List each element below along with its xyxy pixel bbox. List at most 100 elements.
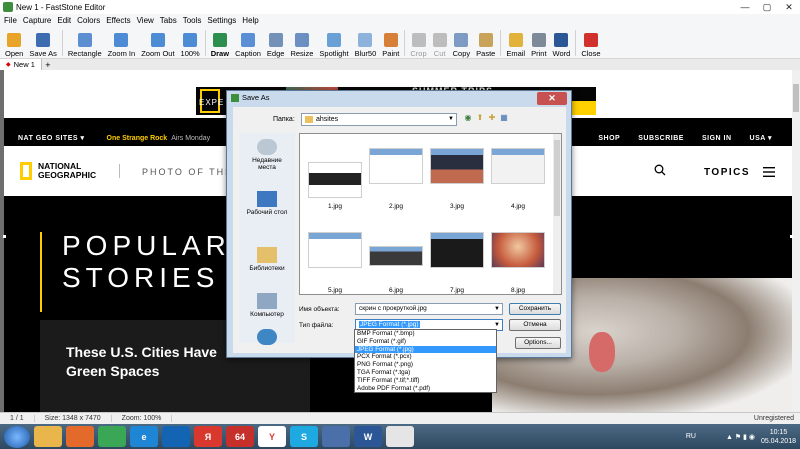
menu-tools[interactable]: Tools: [183, 16, 202, 25]
format-option[interactable]: PNG Format (*.png): [355, 361, 496, 369]
close-window-button[interactable]: ✕: [778, 0, 800, 14]
dialog-close-button[interactable]: ✕: [537, 92, 567, 105]
canvas-vertical-scrollbar[interactable]: [792, 70, 800, 412]
thumb-3[interactable]: [430, 148, 484, 184]
options-button[interactable]: Options...: [515, 337, 561, 349]
resize-handle-left[interactable]: [3, 235, 6, 238]
up-folder-icon[interactable]: ⬆: [475, 113, 485, 124]
file-name-6[interactable]: 6.jpg: [369, 287, 423, 294]
place-libraries[interactable]: Библиотеки: [239, 247, 295, 272]
toolbar-email-button[interactable]: Email: [503, 28, 528, 58]
toolbar-crop-button[interactable]: Crop: [407, 28, 429, 58]
file-name-2[interactable]: 2.jpg: [369, 203, 423, 210]
file-list-scrollbar-thumb[interactable]: [554, 140, 560, 216]
toolbar-draw-button[interactable]: Draw: [208, 28, 232, 58]
menu-tabs[interactable]: Tabs: [160, 16, 177, 25]
minimize-button[interactable]: —: [734, 0, 756, 14]
toolbar-copy-button[interactable]: Copy: [450, 28, 474, 58]
new-tab-button[interactable]: +: [42, 60, 54, 70]
thumb-4[interactable]: [491, 148, 545, 184]
tray-icons[interactable]: ▲ ⚑ ▮ ◉: [726, 433, 755, 441]
toolbar-word-button[interactable]: Word: [550, 28, 574, 58]
ie-icon[interactable]: e: [130, 426, 158, 447]
toolbar-resize-button[interactable]: Resize: [287, 28, 316, 58]
start-button[interactable]: [4, 425, 30, 448]
word-icon[interactable]: W: [354, 426, 382, 447]
thumb-6[interactable]: [369, 246, 423, 266]
file-name-7[interactable]: 7.jpg: [430, 287, 484, 294]
toolbar-100-button[interactable]: 100%: [178, 28, 203, 58]
place-network[interactable]: [239, 329, 295, 347]
filename-input[interactable]: скрин с прокруткой.jpg ▼: [355, 303, 503, 315]
mail-icon[interactable]: [322, 426, 350, 447]
skype-icon[interactable]: S: [290, 426, 318, 447]
view-menu-icon[interactable]: ▦: [499, 113, 509, 124]
media-player-icon[interactable]: [66, 426, 94, 447]
toolbar-spotlight-button[interactable]: Spotlight: [316, 28, 351, 58]
toolbar-close-button[interactable]: Close: [578, 28, 603, 58]
yandex-browser-icon[interactable]: Y: [258, 426, 286, 447]
faststone-icon[interactable]: [386, 426, 414, 447]
toolbar-zoom-in-button[interactable]: Zoom In: [105, 28, 139, 58]
format-option[interactable]: BMP Format (*.bmp): [355, 330, 496, 338]
toolbar-cut-button[interactable]: Cut: [430, 28, 450, 58]
toolbar-print-button[interactable]: Print: [528, 28, 549, 58]
format-option[interactable]: TIFF Format (*.tif;*.tiff): [355, 377, 496, 385]
save-button[interactable]: Сохранить: [509, 303, 561, 315]
recent-places-icon: [257, 139, 277, 155]
menu-settings[interactable]: Settings: [207, 16, 236, 25]
menu-colors[interactable]: Colors: [77, 16, 100, 25]
cancel-button[interactable]: Отмена: [509, 319, 561, 331]
clock[interactable]: 10:15 05.04.2018: [761, 428, 796, 446]
thumb-7[interactable]: [430, 232, 484, 268]
maximize-button[interactable]: ▢: [756, 0, 778, 14]
thumb-1[interactable]: [308, 162, 362, 198]
status-size: Size: 1348 x 7470: [35, 415, 112, 422]
place-recent[interactable]: Недавние места: [239, 139, 295, 171]
file-name-5[interactable]: 5.jpg: [308, 287, 362, 294]
file-list[interactable]: 1.jpg 2.jpg 3.jpg 4.jpg 5.jpg 6.jpg 7.jp…: [299, 133, 562, 295]
scrollbar-thumb[interactable]: [793, 84, 799, 112]
place-computer[interactable]: Компьютер: [239, 293, 295, 318]
file-name-4[interactable]: 4.jpg: [491, 203, 545, 210]
language-indicator[interactable]: RU: [686, 433, 696, 440]
toolbar-blur50-button[interactable]: Blur50: [352, 28, 380, 58]
toolbar-paint-button[interactable]: Paint: [379, 28, 402, 58]
toolbar-caption-button[interactable]: Caption: [232, 28, 264, 58]
format-option[interactable]: GIF Format (*.gif): [355, 338, 496, 346]
format-option[interactable]: Adobe PDF Format (*.pdf): [355, 385, 496, 393]
explorer-icon[interactable]: [34, 426, 62, 447]
yandex-icon[interactable]: Я: [194, 426, 222, 447]
toolbar-open-button[interactable]: Open: [2, 28, 26, 58]
new-folder-icon[interactable]: ✚: [487, 113, 497, 124]
menu-file[interactable]: File: [4, 16, 17, 25]
file-name-8[interactable]: 8.jpg: [491, 287, 545, 294]
tab-new-1[interactable]: ◆ New 1: [0, 59, 42, 70]
toolbar-zoom-out-button[interactable]: Zoom Out: [138, 28, 177, 58]
outlook-icon[interactable]: [162, 426, 190, 447]
file-list-scrollbar[interactable]: [553, 134, 561, 294]
format-option[interactable]: PCX Format (*.pcx): [355, 353, 496, 361]
toolbar-rectangle-button[interactable]: Rectangle: [65, 28, 105, 58]
folder-dropdown[interactable]: ahsites ▼: [301, 113, 457, 126]
thumb-8[interactable]: [491, 232, 545, 268]
resize-handle-right[interactable]: [790, 235, 793, 238]
place-desktop[interactable]: Рабочий стол: [239, 191, 295, 216]
thumb-5[interactable]: [308, 232, 362, 268]
chrome-icon[interactable]: [98, 426, 126, 447]
menu-capture[interactable]: Capture: [23, 16, 51, 25]
format-option[interactable]: TGA Format (*.tga): [355, 369, 496, 377]
file-name-1[interactable]: 1.jpg: [308, 203, 362, 210]
format-option[interactable]: JPEG Format (*.jpg): [355, 345, 496, 354]
menu-help[interactable]: Help: [242, 16, 258, 25]
back-icon[interactable]: ◉: [463, 113, 473, 124]
app64-icon[interactable]: 64: [226, 426, 254, 447]
menu-view[interactable]: View: [137, 16, 154, 25]
menu-effects[interactable]: Effects: [106, 16, 130, 25]
file-name-3[interactable]: 3.jpg: [430, 203, 484, 210]
toolbar-edge-button[interactable]: Edge: [264, 28, 288, 58]
toolbar-save-as-button[interactable]: Save As: [26, 28, 60, 58]
toolbar-paste-button[interactable]: Paste: [473, 28, 498, 58]
thumb-2[interactable]: [369, 148, 423, 184]
menu-edit[interactable]: Edit: [57, 16, 71, 25]
